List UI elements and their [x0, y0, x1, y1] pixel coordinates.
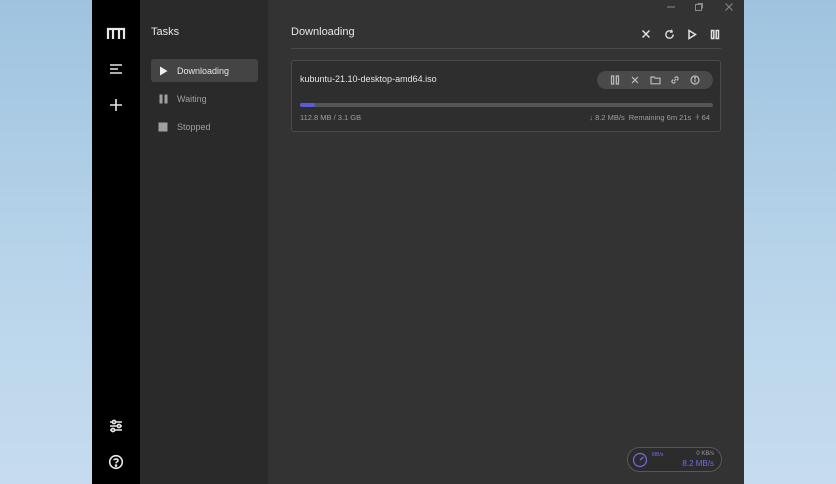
close-icon[interactable]	[722, 1, 736, 13]
speedometer[interactable]: MB/s 0 KB/s 8.2 MB/s	[627, 447, 722, 472]
delete-icon[interactable]	[629, 74, 641, 86]
sidebar-item-downloading[interactable]: Downloading	[151, 59, 258, 82]
download-speed: 8.2 MB/s	[682, 459, 714, 468]
pause-icon	[158, 94, 168, 104]
refresh-icon[interactable]	[662, 27, 676, 41]
main-panel: Downloading kubuntu-21.10-desktop-amd64.…	[268, 0, 744, 484]
task-connections: ⫩ 64	[695, 113, 710, 122]
play-icon	[158, 66, 168, 76]
task-item[interactable]: kubuntu-21.10-desktop-amd64.iso 112.8 MB…	[291, 60, 721, 132]
task-stats: ↓ 8.2 MB/s Remaining 6m 21s ⫩ 64	[589, 113, 710, 123]
task-remaining: Remaining 6m 21s	[628, 113, 692, 122]
close-icon[interactable]	[639, 27, 653, 41]
task-progress-fill	[300, 103, 315, 107]
minimize-icon[interactable]	[664, 1, 678, 13]
sidebar-item-waiting[interactable]: Waiting	[151, 87, 258, 110]
task-sidebar: Tasks Downloading Waiting Stopped	[140, 0, 268, 484]
settings-sliders-icon[interactable]	[105, 415, 127, 437]
motrix-logo-icon[interactable]	[105, 22, 127, 44]
add-icon[interactable]	[105, 94, 127, 116]
app-window: Tasks Downloading Waiting Stopped Downlo…	[92, 0, 744, 484]
play-icon[interactable]	[685, 27, 699, 41]
sidebar-title: Tasks	[151, 26, 180, 38]
app-rail	[92, 0, 140, 484]
upload-speed: 0 KB/s	[696, 451, 714, 457]
task-actions	[597, 71, 713, 89]
help-icon[interactable]	[105, 451, 127, 473]
sidebar-item-label: Waiting	[177, 93, 207, 104]
pause-icon[interactable]	[609, 74, 621, 86]
maximize-icon[interactable]	[692, 1, 706, 13]
link-icon[interactable]	[669, 74, 681, 86]
header-divider	[291, 48, 721, 49]
info-icon[interactable]	[689, 74, 701, 86]
task-progress-bar	[300, 103, 713, 107]
sidebar-item-stopped[interactable]: Stopped	[151, 115, 258, 138]
sidebar-item-label: Downloading	[177, 65, 230, 76]
task-filename: kubuntu-21.10-desktop-amd64.iso	[300, 74, 437, 84]
folder-icon[interactable]	[649, 74, 661, 86]
speedometer-gauge-icon	[632, 452, 648, 468]
page-title: Downloading	[291, 26, 355, 38]
menu-icon[interactable]	[105, 58, 127, 80]
speedometer-unit: MB/s	[652, 452, 664, 458]
pause-icon[interactable]	[708, 27, 722, 41]
task-speed: ↓ 8.2 MB/s	[589, 113, 625, 122]
task-size: 112.8 MB / 3.1 GB	[300, 113, 362, 122]
sidebar-item-label: Stopped	[177, 121, 211, 132]
task-nav: Downloading Waiting Stopped	[151, 59, 258, 143]
stop-icon	[158, 122, 168, 132]
task-toolbar	[639, 27, 722, 41]
